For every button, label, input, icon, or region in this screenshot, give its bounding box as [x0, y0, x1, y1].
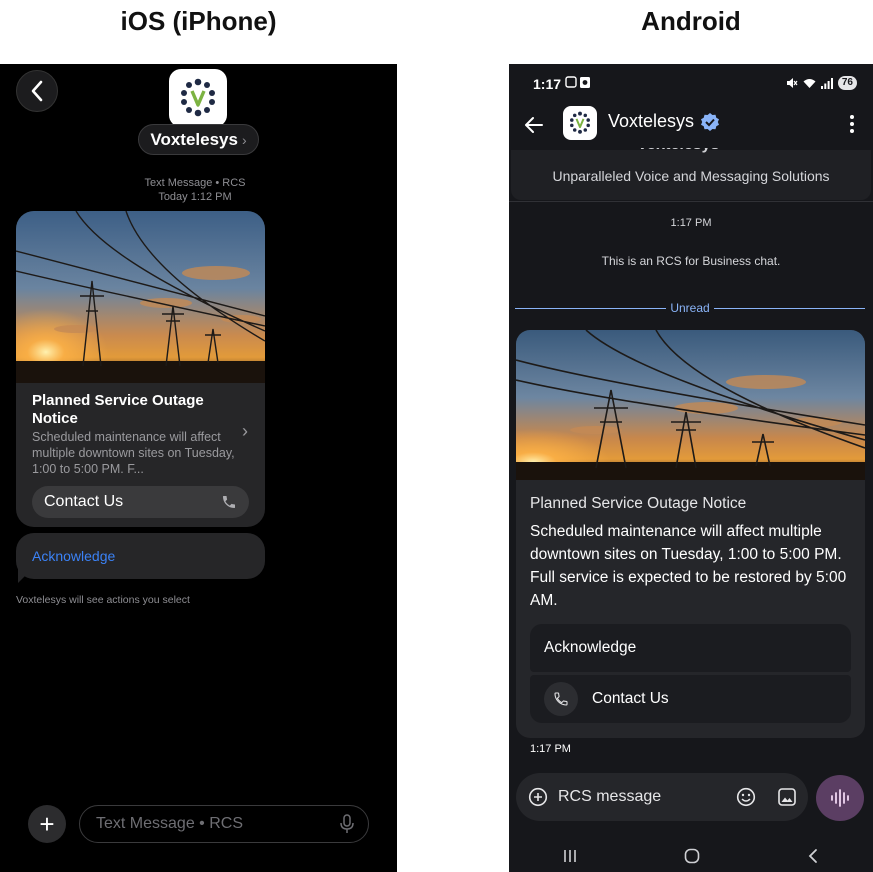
power-lines-sunset-image [16, 211, 265, 383]
contact-us-button[interactable]: Contact Us [530, 675, 851, 723]
rich-card[interactable]: Planned Service Outage Notice Scheduled … [516, 330, 865, 738]
message-timestamp: Today 1:12 PM [158, 191, 232, 203]
battery-indicator: 76 [837, 76, 857, 90]
contact-us-label: Contact Us [592, 690, 669, 707]
business-tagline: Unparalleled Voice and Messaging Solutio… [552, 168, 830, 184]
unread-divider: Unread [515, 301, 866, 315]
navigation-bar [509, 840, 873, 872]
plus-icon: + [39, 809, 55, 839]
status-bar: 1:17 76 [509, 64, 873, 104]
emoji-icon[interactable] [736, 787, 756, 807]
message-input-placeholder: Text Message • RCS [96, 815, 243, 832]
mute-icon [786, 78, 798, 88]
voxtelesys-logo-icon [570, 111, 590, 134]
conversation-timestamp: 1:17 PM [670, 217, 712, 229]
home-icon[interactable] [684, 848, 700, 864]
sender-name: Voxtelesys [150, 129, 238, 149]
arrow-left-icon[interactable] [523, 114, 545, 136]
status-time: 1:17 [533, 76, 562, 92]
plus-button[interactable]: + [28, 805, 66, 843]
voxtelesys-logo-icon [181, 78, 215, 117]
message-input-placeholder: RCS message [558, 788, 662, 805]
message-input[interactable]: RCS message [516, 773, 808, 821]
sender-name: Voxtelesys [608, 111, 695, 131]
more-vertical-icon[interactable] [849, 114, 855, 134]
back-nav-icon[interactable] [806, 848, 820, 864]
chevron-right-icon: › [241, 131, 247, 148]
chevron-right-icon[interactable]: › [242, 421, 248, 442]
sender-logo[interactable] [563, 106, 597, 140]
actions-note: Voxtelesys will see actions you select [16, 594, 190, 606]
message-input[interactable]: Text Message • RCS [79, 805, 369, 843]
card-title: Planned Service Outage Notice [32, 392, 204, 427]
rcs-info-text: This is an RCS for Business chat. [601, 254, 781, 268]
power-lines-sunset-image [516, 330, 865, 480]
recent-apps-icon[interactable] [562, 848, 578, 864]
sender-logo[interactable] [169, 69, 227, 127]
plus-circle-icon[interactable] [528, 787, 548, 807]
phone-icon [223, 496, 235, 508]
conversation-top-bar: Voxtelesys [509, 104, 873, 150]
android-heading: Android [641, 6, 741, 36]
card-description: Scheduled maintenance will affect multip… [530, 523, 847, 609]
signal-icon [820, 77, 833, 89]
card-description: Scheduled maintenance will affect multip… [32, 430, 235, 476]
sender-name-pill[interactable]: Voxtelesys › [138, 124, 259, 155]
microphone-icon[interactable] [340, 814, 354, 834]
acknowledge-button[interactable]: Acknowledge [530, 624, 851, 672]
verified-badge-icon [701, 112, 720, 131]
bubble-tail [18, 569, 32, 583]
android-screen: 1:17 76 Voxtelesys Voxtelesys Unparallel… [509, 64, 873, 872]
chevron-left-icon [31, 80, 43, 102]
unread-label: Unread [670, 301, 710, 315]
wifi-icon [803, 78, 816, 88]
contact-us-button[interactable]: Contact Us [32, 486, 249, 518]
phone-icon [544, 682, 578, 716]
message-type-label: Text Message • RCS [144, 177, 246, 189]
card-title: Planned Service Outage Notice [530, 495, 747, 512]
audio-waveform-icon [831, 789, 849, 807]
ios-screen: Voxtelesys › Text Message • RCS Today 1:… [0, 64, 397, 872]
message-timestamp: 1:17 PM [530, 743, 571, 755]
sender-name-title[interactable]: Voxtelesys [608, 111, 720, 132]
ios-heading: iOS (iPhone) [120, 6, 277, 36]
back-button[interactable] [16, 70, 58, 112]
voice-message-button[interactable] [816, 775, 864, 821]
gallery-icon[interactable] [778, 788, 796, 806]
contact-us-label: Contact Us [44, 493, 124, 510]
divider [509, 201, 873, 202]
rich-card[interactable]: Planned Service Outage Notice Scheduled … [16, 211, 265, 527]
status-notification-icons [565, 76, 590, 88]
acknowledge-button[interactable]: Acknowledge [16, 533, 265, 579]
